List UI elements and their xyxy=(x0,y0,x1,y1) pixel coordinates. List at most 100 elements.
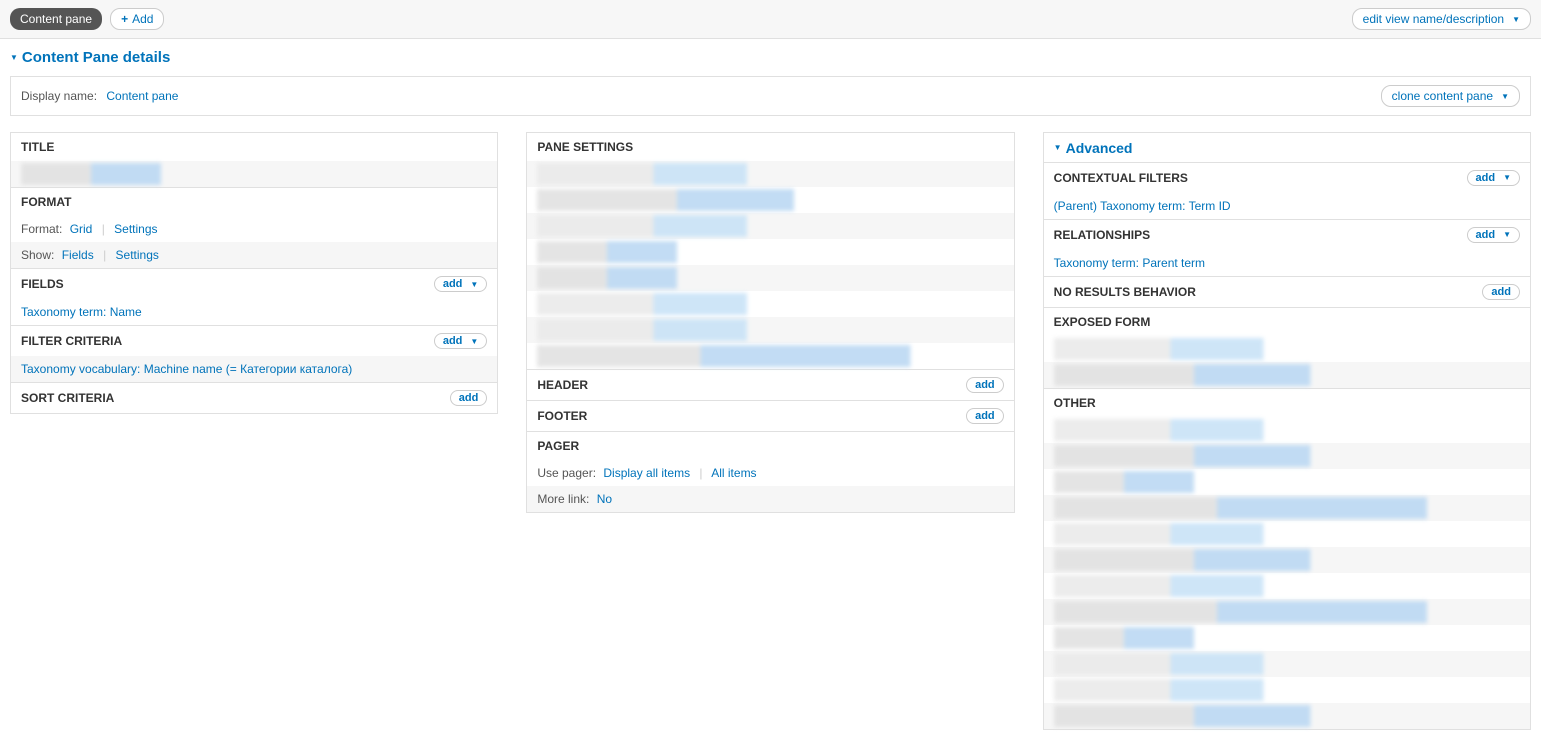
relationships-heading: RELATIONSHIPS add▼ xyxy=(1044,219,1530,250)
format-value[interactable]: Grid xyxy=(70,222,93,236)
advanced-toggle-row: ▼ Advanced xyxy=(1044,133,1530,162)
pane-settings-heading: PANE SETTINGS xyxy=(527,133,1013,161)
settings-columns: TITLE FORMAT Format: Grid | Settings Sho… xyxy=(0,132,1541,750)
caret-down-icon: ▼ xyxy=(1512,15,1520,24)
more-link-value[interactable]: No xyxy=(597,492,612,506)
title-heading: TITLE xyxy=(11,133,497,161)
other-row-blurred xyxy=(1044,417,1530,443)
details-toggle-label: Content Pane details xyxy=(22,49,170,66)
format-row: Format: Grid | Settings xyxy=(11,216,497,242)
pane-row-blurred xyxy=(527,343,1013,369)
edit-view-name-button[interactable]: edit view name/description ▼ xyxy=(1352,8,1531,30)
sort-heading: SORT CRITERIA add xyxy=(11,382,497,413)
other-row-blurred xyxy=(1044,625,1530,651)
footer-heading: FOOTER add xyxy=(527,400,1013,431)
header-add-button[interactable]: add xyxy=(966,377,1004,393)
filter-vocabulary[interactable]: Taxonomy vocabulary: Machine name (= Кат… xyxy=(21,362,352,376)
ctx-add-button[interactable]: add▼ xyxy=(1467,170,1520,186)
pane-row-blurred xyxy=(527,187,1013,213)
caret-down-icon: ▼ xyxy=(470,280,478,289)
other-row-blurred xyxy=(1044,521,1530,547)
footer-add-button[interactable]: add xyxy=(966,408,1004,424)
displays-bar: Content pane + Add edit view name/descri… xyxy=(0,0,1541,39)
caret-down-icon: ▼ xyxy=(10,53,18,62)
ctx-parent-taxonomy[interactable]: (Parent) Taxonomy term: Term ID xyxy=(1054,199,1231,213)
clone-content-pane-button[interactable]: clone content pane ▼ xyxy=(1381,85,1520,107)
other-row-blurred xyxy=(1044,469,1530,495)
pane-row-blurred xyxy=(527,265,1013,291)
other-row-blurred xyxy=(1044,495,1530,521)
other-row-blurred xyxy=(1044,573,1530,599)
display-name-value[interactable]: Content pane xyxy=(106,89,178,103)
noresults-add-button[interactable]: add xyxy=(1482,284,1520,300)
column-middle: PANE SETTINGS HEADER add FOOTER add PAGE… xyxy=(526,132,1014,513)
show-value[interactable]: Fields xyxy=(62,248,94,262)
exposed-form-heading: EXPOSED FORM xyxy=(1044,307,1530,336)
filter-item: Taxonomy vocabulary: Machine name (= Кат… xyxy=(11,356,497,382)
sort-add-button[interactable]: add xyxy=(450,390,488,406)
format-heading: FORMAT xyxy=(11,187,497,216)
fields-add-button[interactable]: add▼ xyxy=(434,276,487,292)
pane-row-blurred xyxy=(527,161,1013,187)
display-name-row: Display name: Content pane clone content… xyxy=(11,77,1530,115)
pager-row: Use pager: Display all items | All items xyxy=(527,460,1013,486)
use-pager-label: Use pager: xyxy=(537,466,596,480)
contextual-filters-heading: CONTEXTUAL FILTERS add▼ xyxy=(1044,162,1530,193)
displays-left: Content pane + Add xyxy=(10,8,164,30)
pane-row-blurred xyxy=(527,317,1013,343)
details-header: ▼ Content Pane details xyxy=(0,39,1541,70)
add-display-button[interactable]: + Add xyxy=(110,8,164,30)
exposed-row-blurred xyxy=(1044,336,1530,362)
caret-down-icon: ▼ xyxy=(1503,230,1511,239)
field-item: Taxonomy term: Name xyxy=(11,299,497,325)
caret-down-icon: ▼ xyxy=(1503,173,1511,182)
advanced-toggle[interactable]: ▼ Advanced xyxy=(1054,140,1133,156)
details-toggle[interactable]: ▼ Content Pane details xyxy=(10,49,170,66)
other-row-blurred xyxy=(1044,547,1530,573)
format-label: Format: xyxy=(21,222,62,236)
other-row-blurred xyxy=(1044,651,1530,677)
plus-icon: + xyxy=(121,12,128,26)
other-row-blurred xyxy=(1044,677,1530,703)
display-name-label: Display name: xyxy=(21,89,97,103)
caret-down-icon: ▼ xyxy=(1054,143,1062,152)
show-settings-link[interactable]: Settings xyxy=(116,248,159,262)
column-left: TITLE FORMAT Format: Grid | Settings Sho… xyxy=(10,132,498,414)
use-pager-extra[interactable]: All items xyxy=(711,466,756,480)
display-tab-content-pane[interactable]: Content pane xyxy=(10,8,102,30)
format-settings-link[interactable]: Settings xyxy=(114,222,157,236)
add-display-label: Add xyxy=(132,12,153,26)
more-link-label: More link: xyxy=(537,492,589,506)
noresults-heading: NO RESULTS BEHAVIOR add xyxy=(1044,276,1530,307)
use-pager-value[interactable]: Display all items xyxy=(603,466,690,480)
other-row-blurred xyxy=(1044,703,1530,729)
pager-heading: PAGER xyxy=(527,431,1013,460)
clone-content-pane-label: clone content pane xyxy=(1392,89,1493,103)
relationship-item: Taxonomy term: Parent term xyxy=(1044,250,1530,276)
fields-heading: FIELDS add▼ xyxy=(11,268,497,299)
rel-add-button[interactable]: add▼ xyxy=(1467,227,1520,243)
pane-row-blurred xyxy=(527,213,1013,239)
contextual-filter-item: (Parent) Taxonomy term: Term ID xyxy=(1044,193,1530,219)
details-body: Display name: Content pane clone content… xyxy=(10,76,1531,116)
pane-row-blurred xyxy=(527,291,1013,317)
show-row: Show: Fields | Settings xyxy=(11,242,497,268)
column-right: ▼ Advanced CONTEXTUAL FILTERS add▼ (Pare… xyxy=(1043,132,1531,730)
other-row-blurred xyxy=(1044,599,1530,625)
header-heading: HEADER add xyxy=(527,369,1013,400)
show-label: Show: xyxy=(21,248,54,262)
more-link-row: More link: No xyxy=(527,486,1013,512)
other-row-blurred xyxy=(1044,443,1530,469)
pane-row-blurred xyxy=(527,239,1013,265)
exposed-row-blurred xyxy=(1044,362,1530,388)
title-value-blurred xyxy=(11,161,497,187)
caret-down-icon: ▼ xyxy=(1501,92,1509,101)
edit-view-name-label: edit view name/description xyxy=(1363,12,1504,26)
advanced-label: Advanced xyxy=(1066,140,1133,156)
rel-parent-term[interactable]: Taxonomy term: Parent term xyxy=(1054,256,1205,270)
other-heading: OTHER xyxy=(1044,388,1530,417)
filter-heading: FILTER CRITERIA add▼ xyxy=(11,325,497,356)
filter-add-button[interactable]: add▼ xyxy=(434,333,487,349)
field-taxonomy-name[interactable]: Taxonomy term: Name xyxy=(21,305,142,319)
caret-down-icon: ▼ xyxy=(470,337,478,346)
